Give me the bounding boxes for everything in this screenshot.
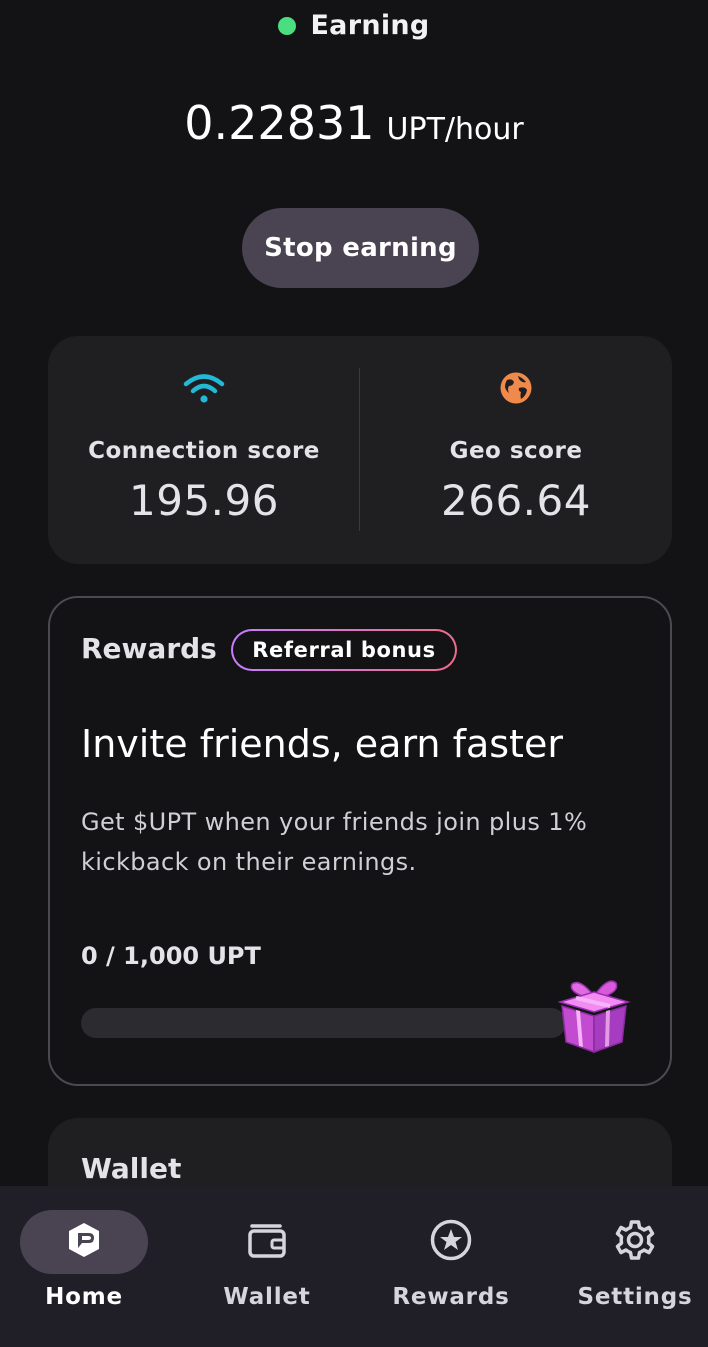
referral-bonus-label: Referral bonus	[233, 631, 455, 669]
rewards-description: Get $UPT when your friends join plus 1% …	[81, 808, 588, 876]
globe-icon	[499, 370, 533, 406]
rewards-progress-label: 0 / 1,000 UPT	[81, 942, 261, 970]
nav-home-label: Home	[45, 1284, 123, 1310]
connection-score-label: Connection score	[88, 438, 320, 464]
nav-rewards[interactable]: Rewards	[367, 1210, 535, 1320]
nav-home-icon-pill	[20, 1210, 148, 1274]
nav-home[interactable]: Home	[0, 1210, 168, 1320]
nav-wallet-label: Wallet	[223, 1284, 311, 1310]
rewards-headline: Invite friends, earn faster	[81, 722, 563, 766]
bottom-navigation: Home Wallet Rewards Settings	[0, 1186, 708, 1347]
nav-settings[interactable]: Settings	[551, 1210, 708, 1320]
earning-rate: 0.22831 UPT/hour	[0, 96, 708, 150]
geo-score-label: Geo score	[449, 438, 583, 464]
gear-icon	[614, 1219, 656, 1265]
rate-value: 0.22831	[184, 96, 375, 150]
rate-unit: UPT/hour	[386, 112, 524, 147]
earning-status: Earning	[0, 10, 708, 41]
rewards-card[interactable]: Rewards Referral bonus Invite friends, e…	[48, 596, 672, 1086]
score-card: Connection score 195.96 Geo score 266.64	[48, 336, 672, 564]
stop-earning-button[interactable]: Stop earning	[242, 208, 479, 288]
gift-icon	[554, 974, 634, 1054]
nav-wallet[interactable]: Wallet	[183, 1210, 351, 1320]
rewards-title: Rewards	[81, 632, 217, 665]
nav-rewards-icon-pill	[387, 1210, 515, 1274]
home-screen: Earning 0.22831 UPT/hour Stop earning Co…	[0, 0, 708, 1347]
referral-bonus-badge: Referral bonus	[231, 629, 457, 671]
nav-wallet-icon-pill	[203, 1210, 331, 1274]
status-label: Earning	[310, 10, 430, 41]
wifi-icon	[183, 370, 225, 406]
nav-settings-icon-pill	[571, 1210, 699, 1274]
connection-score: Connection score 195.96	[48, 336, 360, 564]
geo-score-value: 266.64	[441, 476, 591, 525]
rewards-progress-bar	[81, 1008, 566, 1038]
home-icon	[65, 1221, 103, 1263]
connection-score-value: 195.96	[129, 476, 279, 525]
wallet-icon	[246, 1220, 288, 1264]
geo-score: Geo score 266.64	[360, 336, 672, 564]
wallet-title: Wallet	[81, 1152, 182, 1185]
nav-rewards-label: Rewards	[392, 1284, 510, 1310]
nav-settings-label: Settings	[577, 1284, 693, 1310]
star-icon	[430, 1219, 472, 1265]
status-dot	[278, 16, 297, 35]
